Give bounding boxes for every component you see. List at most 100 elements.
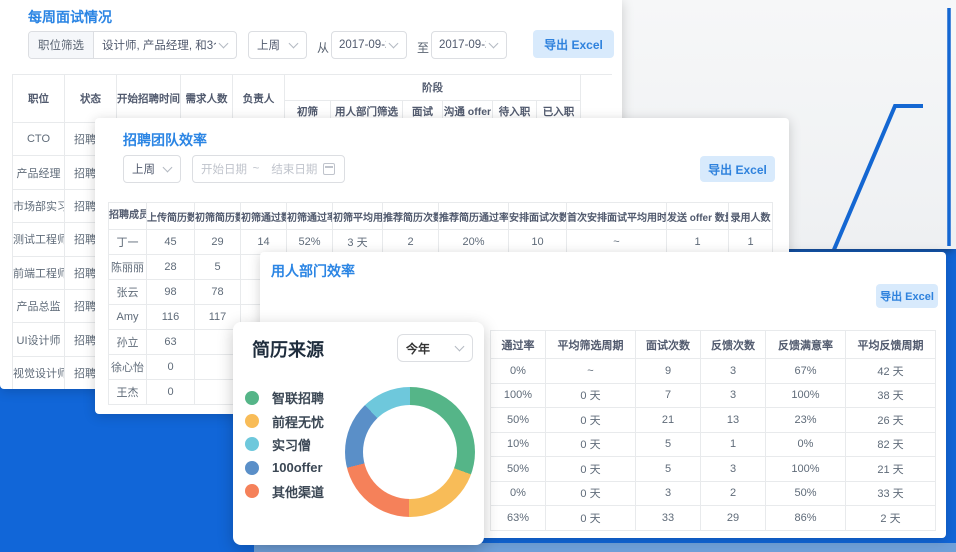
chevron-down-icon (219, 39, 229, 49)
table-cell: 2 (383, 230, 439, 255)
table-cell: 0 天 (546, 457, 636, 482)
table-cell: 10% (491, 432, 546, 457)
table-cell: 29 (701, 506, 766, 531)
stage-group-header: 阶段 (285, 75, 581, 101)
table-cell: 7 (636, 383, 701, 408)
column-header: 推荐简历次数 (383, 203, 439, 230)
legend-label: 100offer (272, 460, 323, 475)
recruitment-dashboard: 每周面试情况 职位筛选 设计师, 产品经理, 和3个其他职位 上周 从 2017… (0, 0, 956, 552)
column-header: 反馈满意率 (766, 331, 846, 359)
table-cell: 视觉设计师 (13, 356, 65, 389)
table-cell: CTO (13, 123, 65, 156)
table-cell: 67% (766, 359, 846, 384)
table-cell: 42 天 (846, 359, 936, 384)
legend-label: 其他渠道 (272, 482, 324, 501)
chevron-down-icon (389, 39, 399, 49)
donut-hole (363, 405, 457, 499)
table-cell: 23% (766, 408, 846, 433)
table-cell: 0 (147, 380, 195, 405)
table-cell: 陈丽丽 (109, 255, 147, 280)
table-cell: 前端工程师 (13, 256, 65, 289)
column-header: 状态 (65, 75, 117, 123)
trend-line (833, 106, 923, 249)
legend-item[interactable]: 前程无忧 (245, 409, 324, 432)
position-filter-select[interactable]: 职位筛选 设计师, 产品经理, 和3个其他职位 (28, 31, 237, 59)
column-header: 初筛平均用时 (333, 203, 383, 230)
table-cell: 38 天 (846, 383, 936, 408)
chevron-down-icon (489, 39, 499, 49)
table-cell: 21 天 (846, 457, 936, 482)
legend-label: 前程无忧 (272, 412, 324, 431)
calendar-icon (323, 163, 335, 175)
column-header: 上传简历数 (147, 203, 195, 230)
column-header: 初筛通过数 (241, 203, 287, 230)
table-cell: 63 (147, 330, 195, 355)
export-excel-button[interactable]: 导出 Excel (700, 156, 775, 182)
legend-item[interactable]: 100offer (245, 456, 324, 479)
table-cell: 86% (766, 506, 846, 531)
table-cell: 3 (701, 457, 766, 482)
column-header[interactable]: 招聘成员 (109, 203, 147, 230)
table-cell: 市场部实习生 (13, 189, 65, 222)
column-header: 首次安排面试平均用时 (567, 203, 667, 230)
page-title: 每周面试情况 (28, 7, 112, 27)
table-cell: 100% (491, 383, 546, 408)
table-row: 0%~9367%42 天 (491, 359, 936, 384)
column-header: 需求人数 (181, 75, 233, 123)
column-header: 平均筛选周期 (546, 331, 636, 359)
table-cell: 王杰 (109, 380, 147, 405)
column-header: 初筛通过率 (287, 203, 333, 230)
legend-item[interactable]: 其他渠道 (245, 480, 324, 503)
table-cell: 3 (701, 383, 766, 408)
table-row: 50%0 天53100%21 天 (491, 457, 936, 482)
table-cell: Amy (109, 305, 147, 330)
table-cell: 0 天 (546, 481, 636, 506)
legend-dot-icon (245, 414, 259, 428)
section-title: 用人部门效率 (271, 261, 355, 281)
year-select[interactable]: 今年 (397, 334, 473, 362)
table-cell: 0 天 (546, 383, 636, 408)
table-row: 丁一45291452%3 天220%10~11 (109, 230, 773, 255)
table-cell: 2 (701, 481, 766, 506)
table-cell: 33 天 (846, 481, 936, 506)
table-cell: 3 (701, 359, 766, 384)
column-header: 发送 offer 数量 (667, 203, 729, 230)
department-efficiency-table: 通过率平均筛选周期面试次数反馈次数反馈满意率平均反馈周期 0%~9367%42 … (490, 330, 936, 531)
table-cell: 丁一 (109, 230, 147, 255)
date-range-picker[interactable]: 开始日期 ~ 结束日期 (192, 155, 345, 183)
table-cell: 3 天 (333, 230, 383, 255)
chevron-down-icon (289, 39, 299, 49)
table-cell: 14 (241, 230, 287, 255)
table-cell: 50% (766, 481, 846, 506)
table-cell: 50% (491, 408, 546, 433)
legend-dot-icon (245, 461, 259, 475)
from-date-picker[interactable]: 2017-09-20 (331, 31, 407, 59)
column-header: 安排面试次数 (509, 203, 567, 230)
table-cell: 82 天 (846, 432, 936, 457)
table-cell: 100% (766, 383, 846, 408)
table-cell: ~ (567, 230, 667, 255)
table-cell: 产品总监 (13, 289, 65, 322)
to-date-picker[interactable]: 2017-09-27 (431, 31, 507, 59)
column-header: 平均反馈周期 (846, 331, 936, 359)
column-header: 反馈次数 (701, 331, 766, 359)
export-excel-button[interactable]: 导出 Excel (533, 30, 614, 58)
legend-item[interactable]: 实习僧 (245, 433, 324, 456)
table-cell: 2 天 (846, 506, 936, 531)
table-cell: 测试工程师 (13, 223, 65, 256)
table-cell: 78 (195, 280, 241, 305)
column-header: 通过率 (491, 331, 546, 359)
export-excel-button[interactable]: 导出 Excel (876, 284, 938, 308)
column-header: 初筛简历数 (195, 203, 241, 230)
table-cell: 116 (147, 305, 195, 330)
legend-dot-icon (245, 391, 259, 405)
legend-dot-icon (245, 437, 259, 451)
table-cell: 28 (147, 255, 195, 280)
legend-item[interactable]: 智联招聘 (245, 386, 324, 409)
column-header: 录用人数 (729, 203, 773, 230)
period-select[interactable]: 上周 (123, 155, 181, 183)
table-cell: 50% (491, 457, 546, 482)
period-select[interactable]: 上周 (248, 31, 307, 59)
section-title: 简历来源 (252, 336, 324, 362)
chevron-down-icon (163, 163, 173, 173)
